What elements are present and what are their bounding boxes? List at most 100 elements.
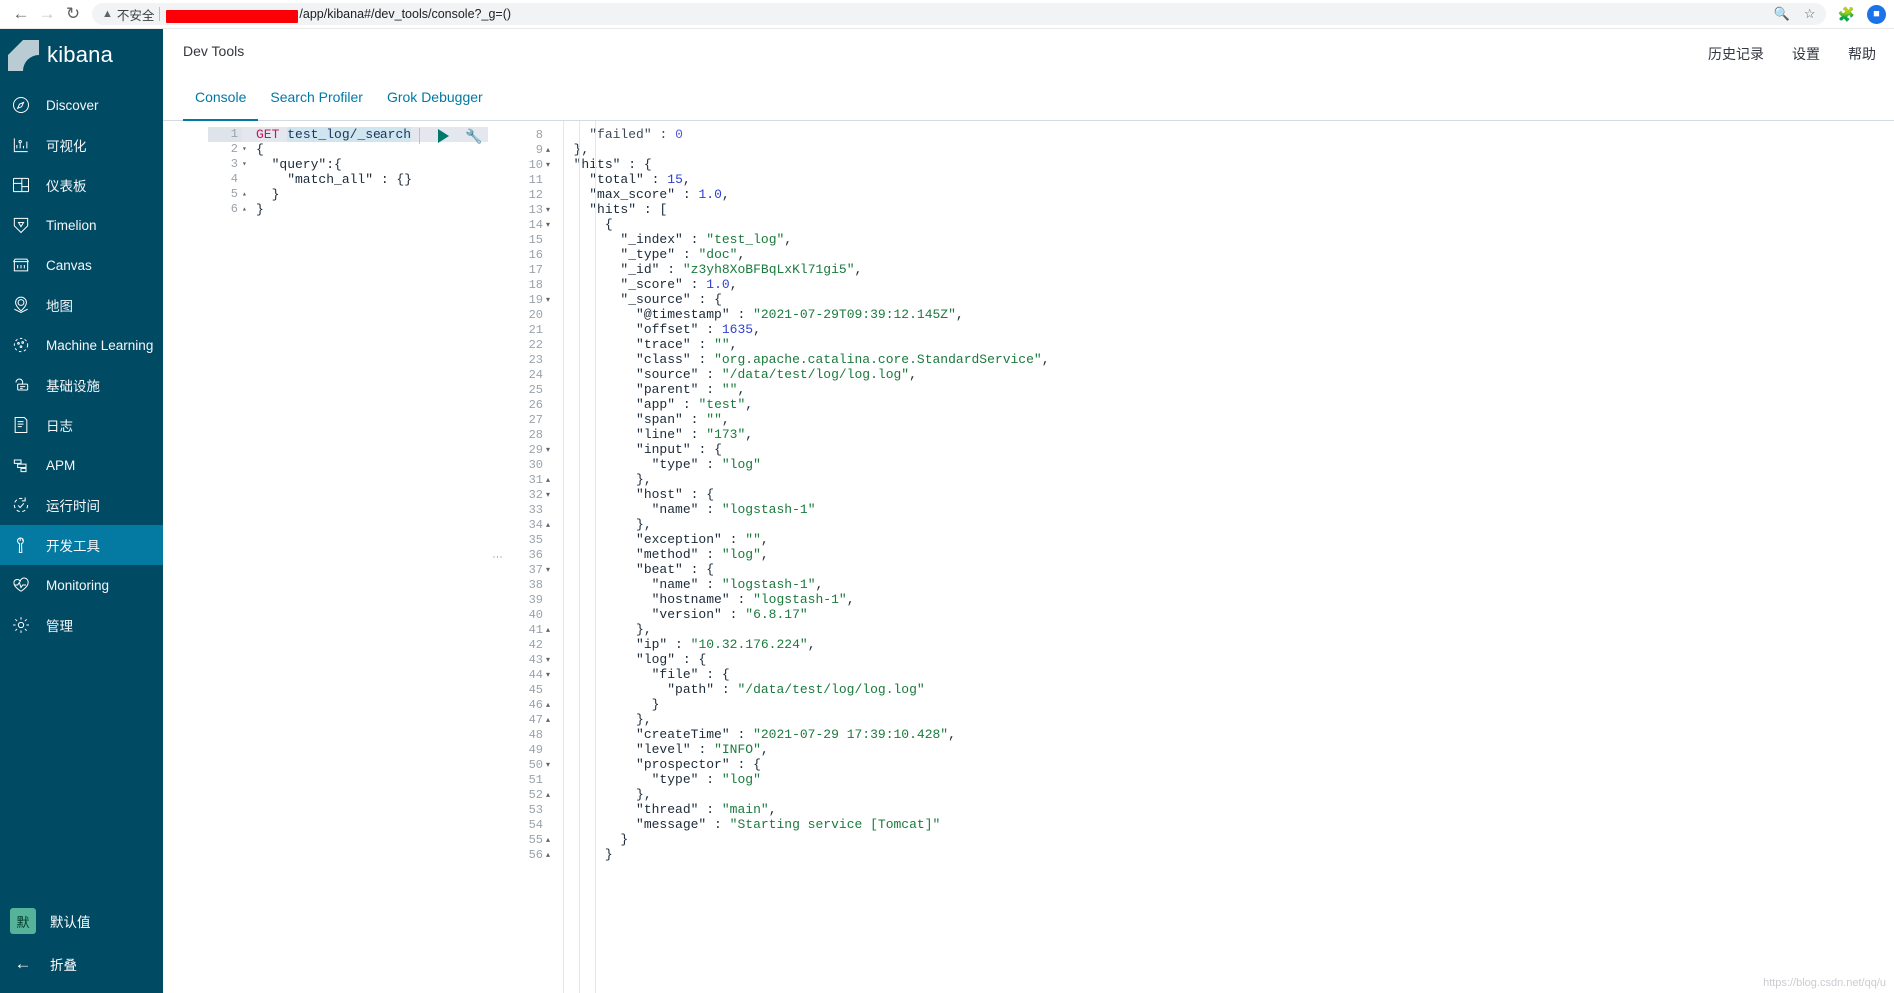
fold-toggle-icon[interactable]: ▴ [242, 202, 252, 217]
json-punct: [ [659, 202, 668, 217]
fold-toggle-icon[interactable]: ▴ [546, 475, 558, 484]
sidebar-item-13[interactable]: 管理 [0, 605, 163, 645]
chart-icon [10, 134, 32, 156]
sidebar-item-8[interactable]: 日志 [0, 405, 163, 445]
request-editor[interactable]: 1 GET test_log/_search 2 ▾{3 ▾ "query":{4 "m… [163, 121, 488, 993]
json-punct: } [636, 472, 644, 487]
fold-toggle-icon[interactable]: ▴ [546, 700, 558, 709]
header-link-0[interactable]: 历史记录 [1708, 44, 1764, 64]
fold-toggle-icon[interactable]: ▴ [546, 790, 558, 799]
tab-console[interactable]: Console [183, 89, 259, 121]
fold-toggle-icon[interactable]: ▾ [546, 655, 558, 664]
editor-line[interactable]: 6 ▴} [208, 202, 488, 217]
output-line-text: "host" : { [558, 487, 714, 502]
json-string: "Starting service [Tomcat]" [729, 817, 941, 832]
header-link-2[interactable]: 帮助 [1848, 44, 1876, 64]
editor-line[interactable]: 5 ▴ } [208, 187, 488, 202]
fold-toggle-icon[interactable]: ▴ [546, 850, 558, 859]
star-icon[interactable]: ☆ [1804, 6, 1816, 22]
sidebar-item-1[interactable]: 可视化 [0, 125, 163, 165]
sidebar-item-9[interactable]: APM [0, 445, 163, 485]
json-punct: , [643, 787, 652, 802]
fold-toggle-icon[interactable]: ▾ [546, 205, 558, 214]
output-line-number: 9 [535, 142, 543, 157]
sidebar-space-selector[interactable]: 默 默认值 [0, 899, 163, 943]
header-link-1[interactable]: 设置 [1792, 44, 1820, 64]
fold-toggle-icon[interactable]: ▾ [546, 565, 558, 574]
forward-icon[interactable]: → [34, 1, 60, 27]
zoom-search-icon[interactable]: 🔍 [1774, 6, 1790, 22]
output-line: 8 "failed" : 0 [506, 127, 1894, 142]
output-line-number: 12 [528, 187, 543, 202]
output-line-text: }, [558, 472, 652, 487]
output-line-number: 19 [528, 292, 543, 307]
sidebar-item-10[interactable]: 运行时间 [0, 485, 163, 525]
pane-splitter[interactable]: ⋮ [488, 121, 506, 993]
fold-toggle-icon[interactable]: ▾ [546, 760, 558, 769]
editor-line-text: GET test_log/_search [252, 127, 412, 142]
output-line: 42 "ip" : "10.32.176.224", [506, 637, 1894, 652]
json-key: "max_score" [589, 187, 676, 202]
output-line: 44 ▾ "file" : { [506, 667, 1894, 682]
sidebar-item-11[interactable]: 开发工具 [0, 525, 163, 565]
json-punct [683, 232, 691, 247]
url-divider [159, 7, 161, 21]
sidebar-item-7[interactable]: 基础设施 [0, 365, 163, 405]
fold-toggle-icon[interactable]: ▾ [546, 160, 558, 169]
json-punct [714, 322, 722, 337]
sidebar-item-12[interactable]: Monitoring [0, 565, 163, 605]
puzzle-icon[interactable]: 🧩 [1838, 6, 1855, 23]
editor-line[interactable]: 3 ▾ "query":{ [208, 157, 488, 172]
sidebar-item-label: 可视化 [46, 139, 87, 154]
sidebar-item-4[interactable]: Canvas [0, 245, 163, 285]
output-line: 51 "type" : "log" [506, 772, 1894, 787]
fold-toggle-icon[interactable]: ▾ [242, 157, 252, 172]
fold-toggle-icon[interactable]: ▾ [546, 670, 558, 679]
json-number: 15 [667, 172, 683, 187]
fold-toggle-icon[interactable]: ▴ [546, 520, 558, 529]
output-line-number: 10 [528, 157, 543, 172]
editor-line[interactable]: 4 "match_all" : {} [208, 172, 488, 187]
fold-toggle-icon[interactable]: ▾ [546, 490, 558, 499]
send-request-play-icon[interactable] [438, 129, 449, 143]
sidebar-item-0[interactable]: Discover [0, 85, 163, 125]
json-punct: : [706, 772, 715, 787]
json-punct: } [620, 832, 629, 847]
brand[interactable]: kibana [0, 29, 163, 81]
output-line-text: "file" : { [558, 667, 730, 682]
json-punct [714, 772, 722, 787]
json-punct [675, 247, 683, 262]
sidebar-item-6[interactable]: Machine Learning [0, 325, 163, 365]
tab-grok-debugger[interactable]: Grok Debugger [375, 89, 495, 120]
sidebar-collapse-button[interactable]: ← 折叠 [0, 943, 163, 985]
json-punct [706, 292, 714, 307]
fold-toggle-icon[interactable]: ▾ [546, 445, 558, 454]
avatar[interactable]: ■ [1867, 4, 1886, 24]
reload-icon[interactable]: ↻ [60, 1, 86, 27]
fold-toggle-icon[interactable]: ▾ [242, 142, 252, 157]
json-punct: , [760, 742, 769, 757]
splitter-grip-icon: ⋮ [491, 552, 503, 562]
fold-toggle-icon[interactable]: ▾ [546, 220, 558, 229]
sidebar-item-3[interactable]: Timelion [0, 205, 163, 245]
back-icon[interactable]: ← [8, 1, 34, 27]
wrench-icon[interactable]: 🔧 [465, 129, 482, 143]
fold-toggle-icon[interactable]: ▴ [546, 715, 558, 724]
output-line-number: 41 [528, 622, 543, 637]
address-bar[interactable]: ▲ 不安全 /app/kibana#/dev_tools/console?_g=… [92, 3, 1826, 25]
json-punct [714, 802, 722, 817]
indent-guide [563, 121, 564, 993]
json-punct [683, 562, 691, 577]
fold-toggle-icon[interactable]: ▴ [546, 145, 558, 154]
sidebar-item-2[interactable]: 仪表板 [0, 165, 163, 205]
fold-toggle-icon[interactable]: ▾ [546, 295, 558, 304]
fold-toggle-icon[interactable]: ▴ [546, 625, 558, 634]
fold-toggle-icon[interactable]: ▴ [242, 187, 252, 202]
output-line: 46 ▴ } [506, 697, 1894, 712]
sidebar-item-5[interactable]: 地图 [0, 285, 163, 325]
output-line-number: 42 [528, 637, 543, 652]
response-output[interactable]: 8 "failed" : 0 9 ▴ }, 10 ▾ "hits" : {11 "tot… [506, 121, 1894, 993]
tab-search-profiler[interactable]: Search Profiler [258, 89, 375, 120]
editor-line-number: 6 [230, 202, 238, 216]
fold-toggle-icon[interactable]: ▴ [546, 835, 558, 844]
